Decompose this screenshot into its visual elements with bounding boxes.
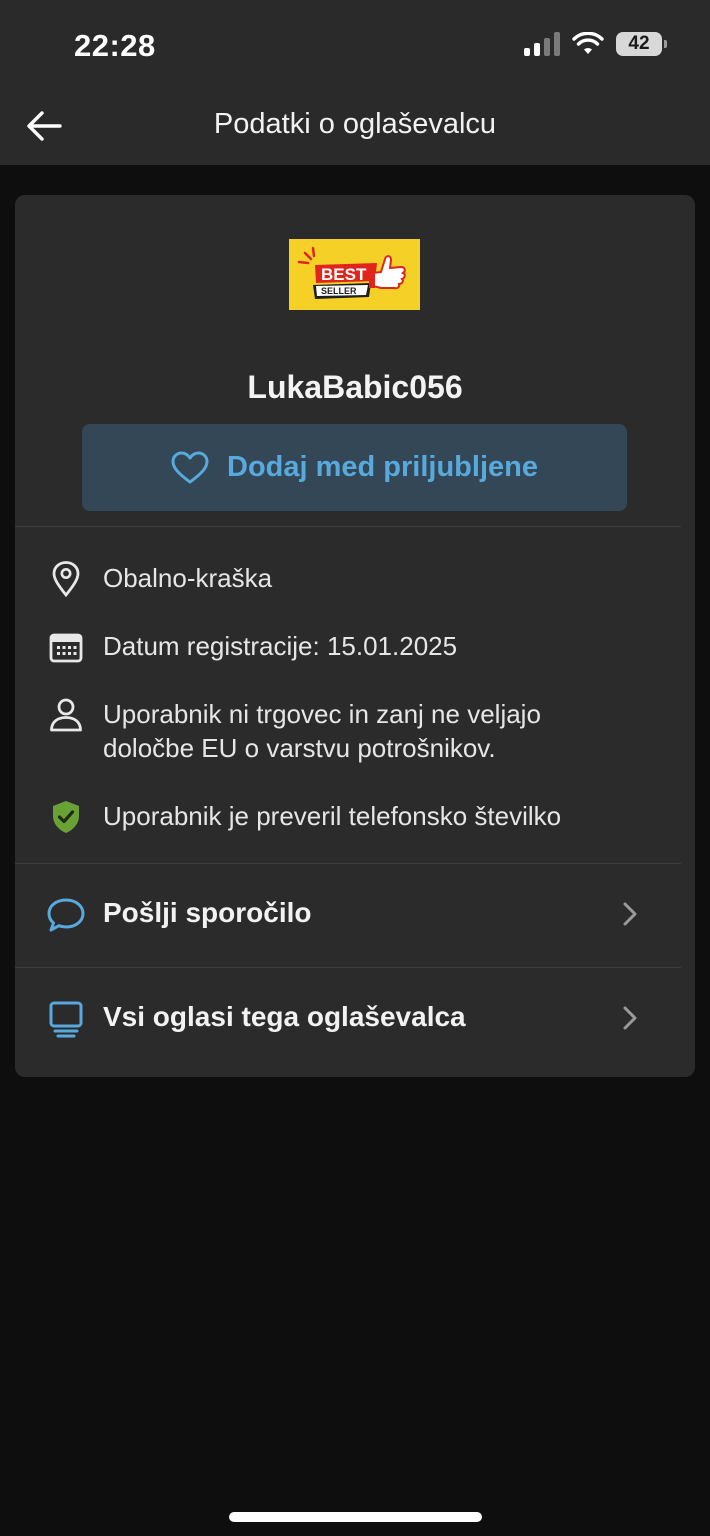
chat-bubble-icon [47, 898, 85, 932]
chevron-right-icon [623, 1006, 637, 1030]
status-icons: 42 [524, 32, 667, 56]
send-message-label: Pošlji sporočilo [103, 897, 312, 928]
cellular-signal-icon [524, 32, 560, 56]
location-text: Obalno-kraška [103, 563, 273, 593]
advertiser-card: BEST SELLER LukaBabic056 Dodaj med prilj… [15, 195, 695, 1077]
svg-text:BEST: BEST [321, 265, 367, 284]
info-location: Obalno-kraška [49, 561, 272, 597]
person-icon [50, 698, 82, 732]
battery-icon: 42 [616, 32, 667, 56]
home-indicator[interactable] [229, 1512, 482, 1522]
info-registration-date: Datum registracije: 15.01.2025 [49, 629, 457, 665]
divider [15, 967, 681, 968]
divider [15, 526, 681, 527]
monitor-icon [49, 1001, 83, 1038]
registration-date-text: Datum registracije: 15.01.2025 [103, 631, 458, 661]
location-pin-icon [52, 561, 80, 597]
battery-level: 42 [628, 33, 650, 54]
consumer-notice-line-2: določbe EU o varstvu potrošnikov. [103, 733, 496, 763]
seller-name: LukaBabic056 [247, 369, 463, 405]
heart-outline-icon [171, 451, 209, 483]
phone-verified-text: Uporabnik je preveril telefonsko številk… [103, 801, 562, 831]
wifi-icon [572, 32, 604, 54]
all-ads-row[interactable]: Vsi oglasi tega oglaševalca [15, 969, 695, 1069]
calendar-icon [49, 633, 83, 663]
add-to-favorites-button[interactable]: Dodaj med priljubljene [82, 424, 627, 511]
consumer-notice-text: Uporabnik ni trgovec in zanj ne veljajo … [103, 697, 541, 765]
screen: 22:28 42 Podatki o oglaševalcu BEST SELL… [0, 0, 710, 1536]
shield-check-icon [53, 801, 79, 833]
add-to-favorites-label: Dodaj med priljubljene [227, 451, 538, 483]
send-message-row[interactable]: Pošlji sporočilo [15, 865, 695, 965]
all-ads-label: Vsi oglasi tega oglaševalca [103, 1001, 466, 1032]
divider [15, 863, 681, 864]
info-phone-verified: Uporabnik je preveril telefonsko številk… [49, 799, 561, 835]
svg-text:SELLER: SELLER [321, 286, 357, 296]
info-consumer-notice: Uporabnik ni trgovec in zanj ne veljajo … [49, 697, 541, 765]
status-time: 22:28 [74, 28, 156, 63]
chevron-right-icon [623, 902, 637, 926]
top-bar: 22:28 42 Podatki o oglaševalcu [0, 0, 710, 165]
consumer-notice-line-1: Uporabnik ni trgovec in zanj ne veljajo [103, 699, 541, 729]
best-seller-logo: BEST SELLER [289, 239, 420, 310]
page-title: Podatki o oglaševalcu [213, 108, 497, 140]
